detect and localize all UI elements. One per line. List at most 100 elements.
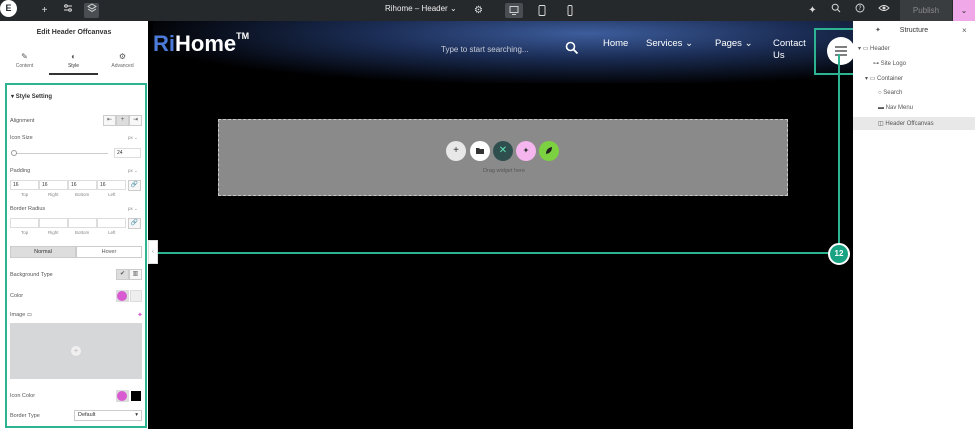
radius-right-input[interactable]	[39, 218, 68, 228]
structure-panel: ✦ Structure × ▾ ▭ Header ⊶ Site Logo ▾ ▭…	[853, 21, 975, 429]
padding-unit[interactable]: px ⌄	[128, 168, 138, 174]
logo-tm: TM	[236, 31, 250, 41]
publish-button[interactable]: Publish	[900, 0, 952, 21]
pencil-icon: ✎	[21, 52, 28, 61]
nav-item-pages[interactable]: Pages ⌄	[715, 38, 753, 49]
tree-item-header[interactable]: ▾ ▭ Header	[858, 45, 890, 52]
search-icon[interactable]	[828, 3, 843, 18]
widget-drop-area[interactable]: + ✕ ✦ Drag widget here	[218, 119, 788, 196]
icon-size-slider-handle[interactable]	[11, 150, 17, 156]
tree-item-header-offcanvas[interactable]: ◫ Header Offcanvas	[878, 120, 934, 127]
radius-top-input[interactable]	[10, 218, 39, 228]
border-type-select[interactable]: Default ▾	[74, 410, 142, 421]
caret-down-icon: ▾	[11, 94, 15, 100]
ai-sparkle-icon[interactable]: ✦	[137, 311, 143, 319]
layout-kit-icon[interactable]: ✕	[493, 141, 513, 161]
radius-bottom-input[interactable]	[68, 218, 97, 228]
site-logo[interactable]: RiHomeTM	[153, 31, 249, 57]
image-upload-area[interactable]: +	[10, 323, 142, 379]
tab-hover[interactable]: Hover	[76, 246, 142, 258]
icon-color-label: Icon Color	[10, 393, 36, 399]
align-right-icon[interactable]: ⇥	[129, 115, 142, 126]
ai-sparkle-icon[interactable]: ✦	[805, 3, 820, 18]
icon-color-swatch[interactable]	[117, 391, 127, 401]
offcanvas-menu-button[interactable]	[827, 37, 855, 65]
icon-color-black-swatch[interactable]	[131, 391, 141, 401]
editor-canvas[interactable]: RiHomeTM Type to start searching... Home…	[153, 21, 862, 429]
publish-options-chevron-icon[interactable]: ⌄	[953, 0, 975, 21]
brush-classic-icon[interactable]: ✔	[116, 269, 129, 280]
tree-item-nav-menu[interactable]: ▬ Nav Menu	[878, 105, 913, 111]
chevron-down-icon: ⌄	[449, 4, 457, 13]
padding-top-caption: Top	[21, 192, 29, 197]
callout-line-horizontal	[148, 252, 840, 254]
offcanvas-icon: ◫	[878, 121, 884, 127]
gear-icon[interactable]: ⚙	[471, 3, 486, 18]
left-editor-panel: Edit Header Offcanvas ✎ Content ◐ Style …	[0, 21, 148, 429]
nav-item-pages-label: Pages	[715, 38, 742, 49]
tab-content[interactable]: ✎ Content	[0, 52, 49, 69]
search-icon[interactable]	[565, 41, 579, 55]
radius-link-icon[interactable]: 🔗	[128, 218, 141, 229]
icon-size-unit[interactable]: px ⌄	[128, 135, 138, 141]
image-label: Image ▭	[10, 312, 32, 318]
folder-icon[interactable]	[470, 141, 490, 161]
chevron-down-icon: ⌄	[685, 38, 694, 49]
padding-right-caption: Right	[48, 192, 59, 197]
padding-bottom-input[interactable]: 16	[68, 180, 97, 190]
svg-text:?: ?	[858, 5, 861, 12]
document-title[interactable]: Rihome – Header ⌄	[385, 4, 457, 13]
align-center-icon[interactable]: +	[116, 115, 129, 126]
border-radius-unit-text: px	[128, 206, 133, 211]
icon-size-slider-track[interactable]	[12, 153, 108, 154]
tab-normal[interactable]: Normal	[10, 246, 76, 258]
tab-style[interactable]: ◐ Style	[49, 52, 98, 69]
radius-left-caption: Left	[108, 230, 116, 235]
tablet-view-button[interactable]	[533, 3, 551, 18]
add-icon[interactable]: +	[37, 3, 52, 18]
nav-item-services[interactable]: Services ⌄	[646, 38, 693, 49]
add-image-icon[interactable]: +	[71, 346, 81, 356]
half-circle-icon: ◐	[71, 52, 76, 61]
logo-rest: Home	[175, 31, 237, 56]
padding-left-input[interactable]: 16	[97, 180, 126, 190]
help-icon[interactable]: ?	[852, 3, 867, 18]
ai-sparkle-icon[interactable]: ✦	[516, 141, 536, 161]
icon-size-unit-text: px	[128, 135, 133, 140]
radius-left-input[interactable]	[97, 218, 126, 228]
padding-right-input[interactable]: 16	[39, 180, 68, 190]
nav-item-home[interactable]: Home	[603, 38, 628, 49]
icon-size-input[interactable]: 24	[114, 148, 141, 158]
elementor-logo[interactable]: E	[0, 0, 17, 17]
gradient-icon[interactable]: ▥	[129, 269, 142, 280]
logo-icon: ⊶	[873, 61, 879, 67]
layers-icon[interactable]	[84, 3, 99, 18]
preview-eye-icon[interactable]	[876, 3, 891, 18]
border-radius-unit[interactable]: px ⌄	[128, 206, 138, 212]
padding-link-icon[interactable]: 🔗	[128, 180, 141, 191]
desktop-view-button[interactable]	[505, 3, 523, 18]
close-icon[interactable]: ×	[962, 26, 967, 35]
nav-item-contact[interactable]: Contact Us	[773, 38, 806, 62]
section-title[interactable]: ▾ Style Setting	[11, 93, 52, 100]
tab-advanced[interactable]: ⚙ Advanced	[98, 52, 147, 69]
padding-top-input[interactable]: 16	[10, 180, 39, 190]
tree-item-container[interactable]: ▾ ▭ Container	[865, 75, 903, 82]
color-swatch[interactable]	[117, 291, 127, 301]
add-section-icon[interactable]: +	[446, 141, 466, 161]
tree-item-site-logo-label: Site Logo	[880, 61, 907, 67]
search-input[interactable]: Type to start searching...	[441, 45, 529, 54]
align-left-icon[interactable]: ⇤	[103, 115, 116, 126]
structure-title: Structure	[899, 27, 929, 34]
chevron-down-icon: ▾	[135, 412, 138, 418]
settings-sliders-icon[interactable]	[60, 3, 75, 18]
logo-prefix: Ri	[153, 31, 175, 56]
color-label: Color	[10, 293, 24, 299]
panel-collapse-handle[interactable]: ‹	[148, 240, 158, 264]
tree-item-site-logo[interactable]: ⊶ Site Logo	[873, 60, 906, 67]
tree-item-header-label: Header	[870, 46, 890, 52]
leaf-icon[interactable]	[539, 141, 559, 161]
color-clear-swatch[interactable]	[130, 290, 142, 302]
tree-item-search[interactable]: ○ Search	[878, 90, 902, 96]
mobile-view-button[interactable]	[561, 3, 579, 18]
